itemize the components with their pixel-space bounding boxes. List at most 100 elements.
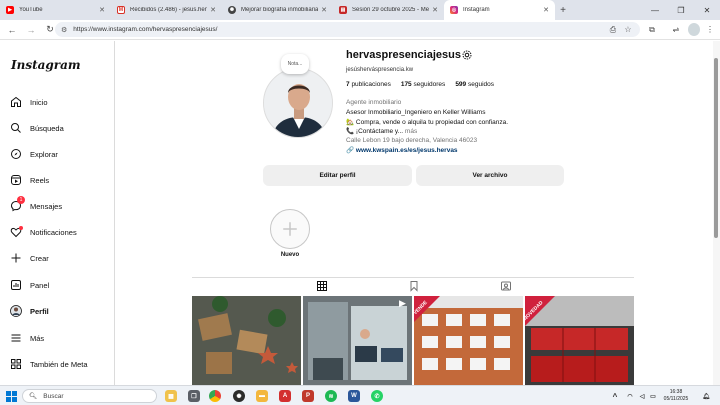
- sidebar-item-label: Perfil: [30, 306, 49, 316]
- browser-tab[interactable]: ✺ Mejorar biografía inmobiliaria ✕: [222, 0, 333, 20]
- sidebar-item-label: Más: [30, 333, 45, 343]
- settings-gear-icon[interactable]: [461, 49, 473, 61]
- bookmark-icon[interactable]: [408, 280, 420, 292]
- grid-icon[interactable]: [316, 280, 328, 292]
- post-thumbnail[interactable]: ▶: [303, 296, 412, 385]
- sidebar-item-explorar[interactable]: Explorar: [10, 145, 58, 163]
- spotify-icon[interactable]: ≋: [325, 390, 337, 402]
- post-thumbnail[interactable]: NOVEDAD: [525, 296, 634, 385]
- stat-followers[interactable]: 175 seguidores: [401, 81, 445, 88]
- forward-arrow-icon[interactable]: →: [24, 23, 38, 37]
- taskbar-search[interactable]: 🔍︎ Buscar: [22, 389, 157, 403]
- browser-tab[interactable]: M Recibidos (2.486) - jesus.herva ✕: [111, 0, 222, 20]
- scrollbar-thumb[interactable]: [714, 58, 718, 238]
- address-bar[interactable]: ⚙ https://www.instagram.com/hervaspresen…: [55, 22, 640, 37]
- close-icon[interactable]: ✕: [99, 6, 105, 14]
- acrobat-icon[interactable]: A: [279, 390, 291, 402]
- close-icon[interactable]: ✕: [321, 6, 327, 14]
- powerpoint-icon[interactable]: P: [302, 390, 314, 402]
- restore-icon[interactable]: ❐: [668, 0, 694, 20]
- sidebar-item-reels[interactable]: Reels: [10, 171, 49, 189]
- clock-date: 05/11/2025: [663, 395, 689, 402]
- kebab-menu-icon[interactable]: ⋮: [704, 23, 716, 36]
- window-close-icon[interactable]: ✕: [694, 0, 720, 20]
- extensions-icon[interactable]: ⧉: [646, 23, 658, 36]
- messenger-icon: 1: [10, 196, 25, 212]
- notifications-bell-icon[interactable]: 🔔︎: [700, 390, 712, 402]
- plus-icon: [10, 252, 22, 264]
- chatgpt-app-icon[interactable]: ✺: [233, 390, 245, 402]
- sidebar-item-crear[interactable]: Crear: [10, 249, 49, 267]
- sidebar-item-label: Explorar: [30, 149, 58, 159]
- profile-address[interactable]: Calle Lebon 19 bajo derecha, Valencia 46…: [346, 137, 477, 144]
- reel-play-icon: ▶: [399, 298, 406, 308]
- back-arrow-icon[interactable]: ←: [5, 23, 19, 37]
- link-icon: 🔗: [346, 147, 355, 154]
- sidebar-item-mensajes[interactable]: 1 Mensajes: [10, 196, 63, 215]
- browser-tab-active[interactable]: ◎ Instagram ✕: [444, 0, 555, 20]
- whatsapp-icon[interactable]: ✆: [371, 390, 383, 402]
- close-icon[interactable]: ✕: [543, 6, 549, 14]
- instagram-logo[interactable]: Instagram: [11, 58, 81, 72]
- task-view-icon[interactable]: ❐: [188, 390, 200, 402]
- minimize-icon[interactable]: —: [642, 0, 668, 20]
- chevron-up-icon[interactable]: ^: [609, 390, 621, 402]
- profile-avatar[interactable]: [263, 68, 333, 138]
- file-explorer-icon[interactable]: ▬: [256, 390, 268, 402]
- heart-icon: [10, 226, 23, 238]
- sidebar-item-busqueda[interactable]: Búsqueda: [10, 119, 64, 137]
- tagged-icon[interactable]: [500, 280, 512, 292]
- profile-avatar-icon: [10, 305, 22, 317]
- browser-tab[interactable]: ▶ YouTube ✕: [0, 0, 111, 20]
- sidebar-item-mas[interactable]: Más: [10, 329, 44, 347]
- browser-tab[interactable]: ▤ Sesión 29 octubre 2025 - Merc ✕: [333, 0, 444, 20]
- sidebar-item-notificaciones[interactable]: Notificaciones: [10, 223, 77, 241]
- tab-title: Sesión 29 octubre 2025 - Merc: [352, 7, 430, 13]
- browser-tab-bar: ▶ YouTube ✕ M Recibidos (2.486) - jesus.…: [0, 0, 720, 20]
- word-icon[interactable]: W: [348, 390, 360, 402]
- post-thumbnail[interactable]: VENDE: [414, 296, 523, 385]
- stat-following[interactable]: 599 seguidos: [455, 81, 494, 88]
- stat-posts: 7 publicaciones: [346, 81, 391, 88]
- search-icon: [10, 122, 22, 134]
- instagram-icon: ◎: [450, 6, 458, 14]
- install-app-icon[interactable]: ⎙: [607, 23, 619, 36]
- sidebar-item-perfil[interactable]: Perfil: [10, 302, 49, 320]
- sidebar-item-panel[interactable]: Panel: [10, 276, 49, 294]
- posts-grid: ▶ VENDE NOVEDAD: [192, 296, 634, 385]
- wifi-icon[interactable]: ◠: [624, 390, 636, 402]
- profile-threads-handle[interactable]: jesúsherváspresencia.kw: [346, 67, 413, 73]
- sidebar-item-label: Notificaciones: [30, 227, 77, 237]
- post-thumbnail[interactable]: [192, 296, 301, 385]
- widgets-icon[interactable]: ▦: [165, 390, 177, 402]
- tab-title: Recibidos (2.486) - jesus.herva: [130, 7, 208, 13]
- site-info-icon[interactable]: ⚙: [61, 26, 67, 34]
- taskbar-clock[interactable]: 16:38 05/11/2025: [657, 389, 695, 402]
- chrome-icon[interactable]: [209, 390, 221, 402]
- new-highlight-button[interactable]: [270, 209, 310, 249]
- sidebar-item-tambien-de-meta[interactable]: También de Meta: [10, 355, 88, 373]
- plus-icon: [283, 222, 297, 236]
- search-icon: 🔍︎: [29, 393, 38, 400]
- user-avatar[interactable]: [688, 23, 700, 36]
- taskbar-search-placeholder: Buscar: [43, 392, 64, 400]
- tab-search-icon[interactable]: ⇌: [670, 23, 682, 36]
- menu-icon: [10, 332, 22, 344]
- windows-start-icon[interactable]: [5, 390, 17, 402]
- bookmark-star-icon[interactable]: ☆: [622, 23, 634, 36]
- meta-icon: [10, 358, 22, 370]
- profile-category: Agente inmobiliario: [346, 99, 402, 106]
- close-icon[interactable]: ✕: [210, 6, 216, 14]
- note-bubble[interactable]: Nota...: [281, 54, 309, 74]
- profile-website-link[interactable]: 🔗 www.kwspain.es/es/jesus.hervas: [346, 146, 458, 154]
- tab-title: Mejorar biografía inmobiliaria: [241, 7, 319, 13]
- more-link[interactable]: más: [405, 128, 417, 135]
- edit-profile-button[interactable]: Editar perfil: [263, 165, 412, 186]
- sidebar-item-label: Mensajes: [30, 201, 63, 211]
- sidebar-item-inicio[interactable]: Inicio: [10, 93, 48, 111]
- note-text: Nota...: [287, 61, 303, 67]
- new-tab-button[interactable]: +: [555, 0, 571, 20]
- tab-title: YouTube: [19, 7, 43, 13]
- view-archive-button[interactable]: Ver archivo: [416, 165, 564, 186]
- close-icon[interactable]: ✕: [432, 6, 438, 14]
